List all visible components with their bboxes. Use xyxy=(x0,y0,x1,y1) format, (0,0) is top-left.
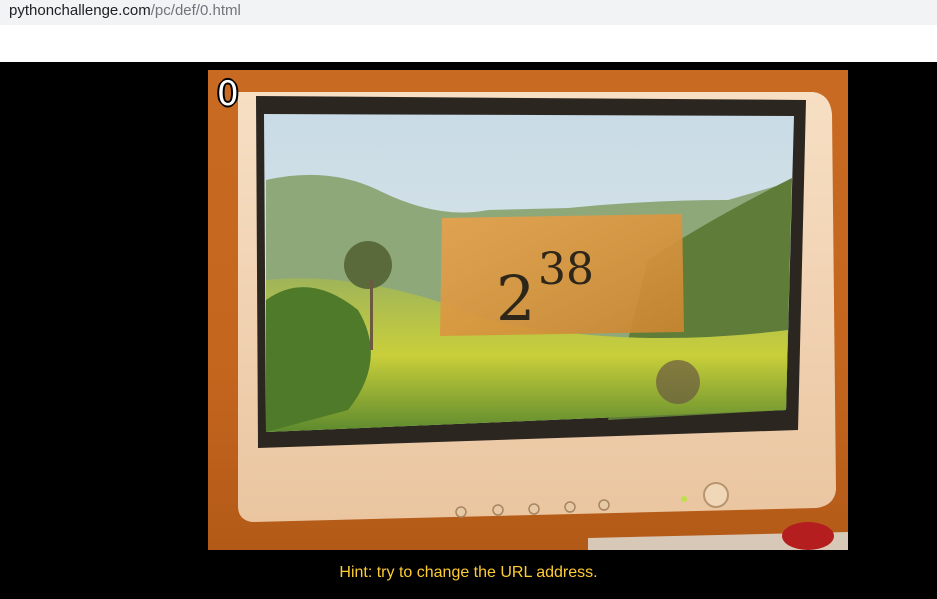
formula-exponent: 38 xyxy=(538,244,594,295)
puzzle-image: 2 38 0 xyxy=(208,70,848,550)
page-content: 2 38 0 Hint: try to change the URL addre… xyxy=(0,62,937,599)
formula-sign: 2 38 xyxy=(440,214,684,336)
hint-text: Hint: try to change the URL address. xyxy=(339,564,598,581)
toolbar-spacer xyxy=(0,25,937,62)
address-bar[interactable]: pythonchallenge.com/pc/def/0.html xyxy=(0,0,937,25)
formula-base: 2 xyxy=(496,262,535,335)
url-host: pythonchallenge.com xyxy=(9,2,151,19)
url-path: /pc/def/0.html xyxy=(150,2,241,19)
monitor-illustration: 2 38 xyxy=(238,92,848,550)
url-text[interactable]: pythonchallenge.com/pc/def/0.html xyxy=(9,0,241,22)
level-number: 0 xyxy=(217,74,239,114)
